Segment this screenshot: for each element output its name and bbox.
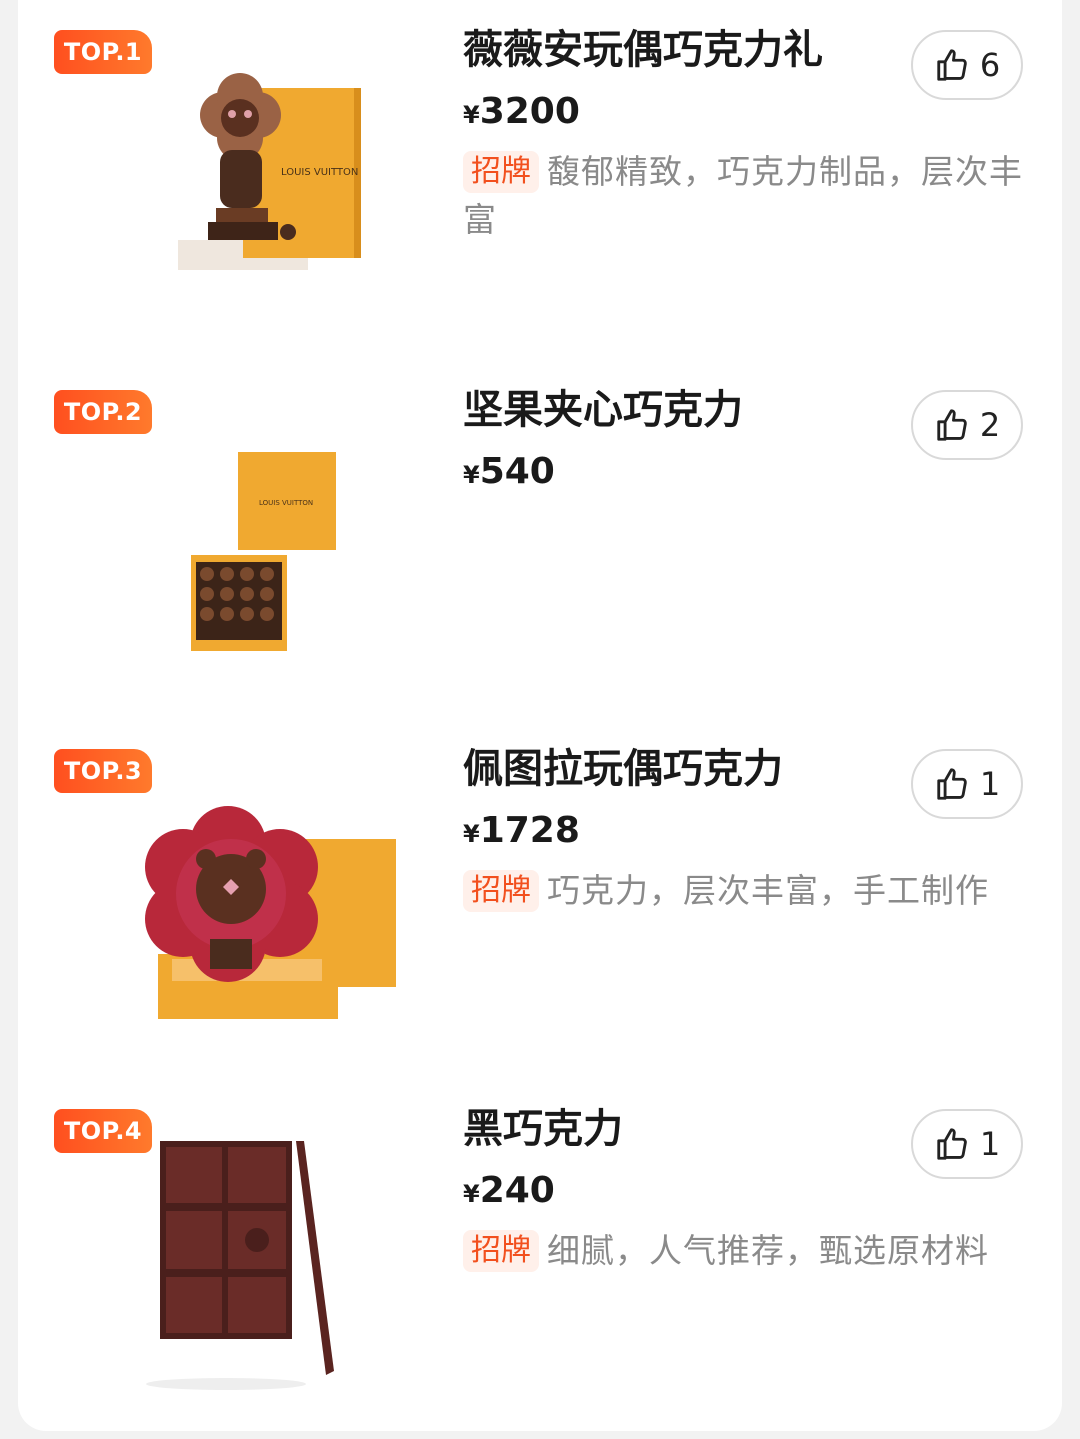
product-price: ¥240: [463, 1167, 555, 1221]
list-item[interactable]: TOP.2 LOUIS VUITTON 坚果夹心巧克力 ¥540 2: [18, 360, 1062, 720]
description-text: 馥郁精致，巧克力制品，层次丰富: [463, 152, 1023, 239]
product-description: 招牌 巧克力，层次丰富，手工制作: [463, 867, 1038, 915]
product-name: 坚果夹心巧克力: [463, 387, 743, 433]
thumbs-up-icon: [937, 409, 967, 441]
product-image[interactable]: LOUIS VUITTON: [128, 380, 428, 680]
chocolate-doll-gift-box-icon: LOUIS VUITTON: [178, 73, 361, 270]
price-value: 3200: [479, 91, 580, 132]
flower-chocolate-doll-icon: [145, 806, 396, 1019]
signature-tag: 招牌: [463, 870, 539, 912]
box-brand-text: LOUIS VUITTON: [281, 167, 358, 178]
praline-chocolate-box-icon: LOUIS VUITTON: [191, 452, 336, 651]
description-text: 细腻，人气推荐，甄选原材料: [547, 1231, 989, 1270]
signature-tag: 招牌: [463, 151, 539, 193]
product-description: 招牌 细腻，人气推荐，甄选原材料: [463, 1227, 1038, 1275]
like-count: 6: [979, 46, 1001, 84]
price-value: 540: [479, 451, 555, 492]
product-name: 黑巧克力: [463, 1106, 623, 1152]
thumbs-up-icon: [937, 1128, 967, 1160]
product-price: ¥1728: [463, 807, 580, 861]
like-count: 1: [979, 1125, 1001, 1163]
product-image[interactable]: [128, 1099, 428, 1399]
ranking-card: TOP.1 LOUIS VUITTON 薇薇安玩偶巧克力礼 ¥3200 招牌 馥…: [18, 0, 1062, 1431]
signature-tag: 招牌: [463, 1230, 539, 1272]
like-count: 2: [979, 406, 1001, 444]
like-count: 1: [979, 765, 1001, 803]
list-item[interactable]: TOP.4 黑巧克力 ¥240 招牌 细腻，人气推荐，甄选原材料 1: [18, 1079, 1062, 1439]
thumbs-up-icon: [937, 49, 967, 81]
product-image[interactable]: [128, 739, 428, 1039]
currency-symbol: ¥: [463, 101, 480, 129]
product-name: 薇薇安玩偶巧克力礼: [463, 27, 823, 73]
like-button[interactable]: 2: [911, 390, 1023, 460]
box-brand-text: LOUIS VUITTON: [259, 499, 313, 507]
like-button[interactable]: 6: [911, 30, 1023, 100]
currency-symbol: ¥: [463, 461, 480, 489]
currency-symbol: ¥: [463, 1180, 480, 1208]
thumbs-up-icon: [937, 768, 967, 800]
list-item[interactable]: TOP.1 LOUIS VUITTON 薇薇安玩偶巧克力礼 ¥3200 招牌 馥…: [18, 0, 1062, 360]
dark-chocolate-bar-icon: [146, 1141, 334, 1390]
product-image[interactable]: LOUIS VUITTON: [128, 20, 428, 320]
description-text: 巧克力，层次丰富，手工制作: [547, 871, 989, 910]
product-price: ¥3200: [463, 88, 580, 142]
like-button[interactable]: 1: [911, 1109, 1023, 1179]
product-price: ¥540: [463, 448, 555, 502]
price-value: 240: [479, 1170, 555, 1211]
currency-symbol: ¥: [463, 820, 480, 848]
product-description: 招牌 馥郁精致，巧克力制品，层次丰富: [463, 148, 1038, 244]
like-button[interactable]: 1: [911, 749, 1023, 819]
product-name: 佩图拉玩偶巧克力: [463, 746, 783, 792]
price-value: 1728: [479, 810, 580, 851]
list-item[interactable]: TOP.3 佩图拉玩偶巧克力 ¥1728 招牌 巧克力，层次丰富，手工制作 1: [18, 719, 1062, 1079]
